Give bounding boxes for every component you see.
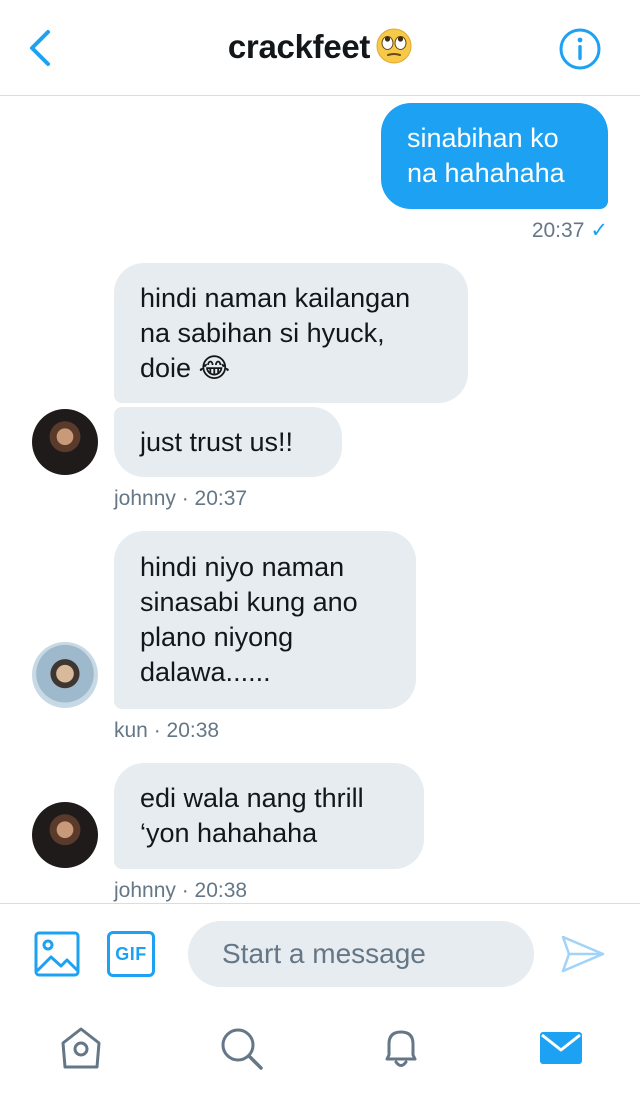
message-line: na hahahaha	[407, 158, 565, 188]
message-line: na sabihan si hyuck,	[140, 317, 385, 348]
message-line: plano niyong	[140, 622, 294, 652]
message-line: sinasabi kung ano	[140, 587, 358, 617]
message-time: 20:37	[531, 219, 585, 242]
conversation-title[interactable]: crackfeet	[0, 28, 640, 66]
message-bubble-incoming[interactable]: hindi niyo naman sinasabi kung ano plano…	[114, 531, 416, 709]
sent-check-icon: ✓	[590, 219, 608, 242]
mail-icon[interactable]	[538, 1025, 584, 1071]
message-bubble-incoming[interactable]: edi wala nang thrill ‘yon hahahaha	[114, 763, 424, 869]
message-line: hindi naman kailangan	[140, 282, 411, 313]
message-line: ‘yon hahahaha	[140, 818, 318, 848]
search-icon[interactable]	[218, 1025, 264, 1071]
message-list[interactable]: sinabihan ko na hahahaha 20:37 ✓ hindi na…	[0, 97, 640, 903]
avatar[interactable]	[32, 642, 98, 708]
message-line: hindi niyo naman	[140, 552, 345, 582]
gif-button[interactable]: GIF	[107, 931, 155, 977]
message-line: edi wala nang thrill	[140, 783, 364, 813]
message-line: just trust us!!	[140, 426, 294, 457]
message-timestamp: 20:37 ✓	[532, 218, 608, 243]
bell-icon[interactable]	[378, 1025, 424, 1071]
send-icon[interactable]	[561, 934, 605, 974]
avatar[interactable]	[32, 409, 98, 475]
message-input[interactable]	[188, 921, 534, 987]
message-line: sinabihan ko	[407, 123, 559, 153]
message-sender-time: johnny · 20:38	[114, 879, 248, 902]
message-sender-time: kun · 20:38	[114, 719, 220, 742]
message-line: dalawa......	[140, 657, 271, 687]
message-bubble-incoming[interactable]: hindi naman kailangan na sabihan si hyuc…	[114, 263, 468, 403]
rolling-eyes-emoji-icon	[376, 28, 412, 64]
bottom-tab-bar	[0, 1003, 640, 1101]
conversation-title-text: crackfeet	[227, 28, 371, 65]
avatar[interactable]	[32, 802, 98, 868]
message-bubble-incoming[interactable]: just trust us!!	[114, 407, 342, 477]
image-icon[interactable]	[34, 931, 80, 977]
home-icon[interactable]	[58, 1025, 104, 1071]
conversation-header: crackfeet	[0, 0, 640, 96]
info-icon[interactable]	[558, 27, 602, 71]
message-composer: GIF	[0, 903, 640, 1003]
message-bubble-outgoing[interactable]: sinabihan ko na hahahaha	[381, 103, 608, 209]
message-sender-time: johnny · 20:37	[114, 487, 248, 510]
message-line: doie 😂	[140, 352, 231, 383]
